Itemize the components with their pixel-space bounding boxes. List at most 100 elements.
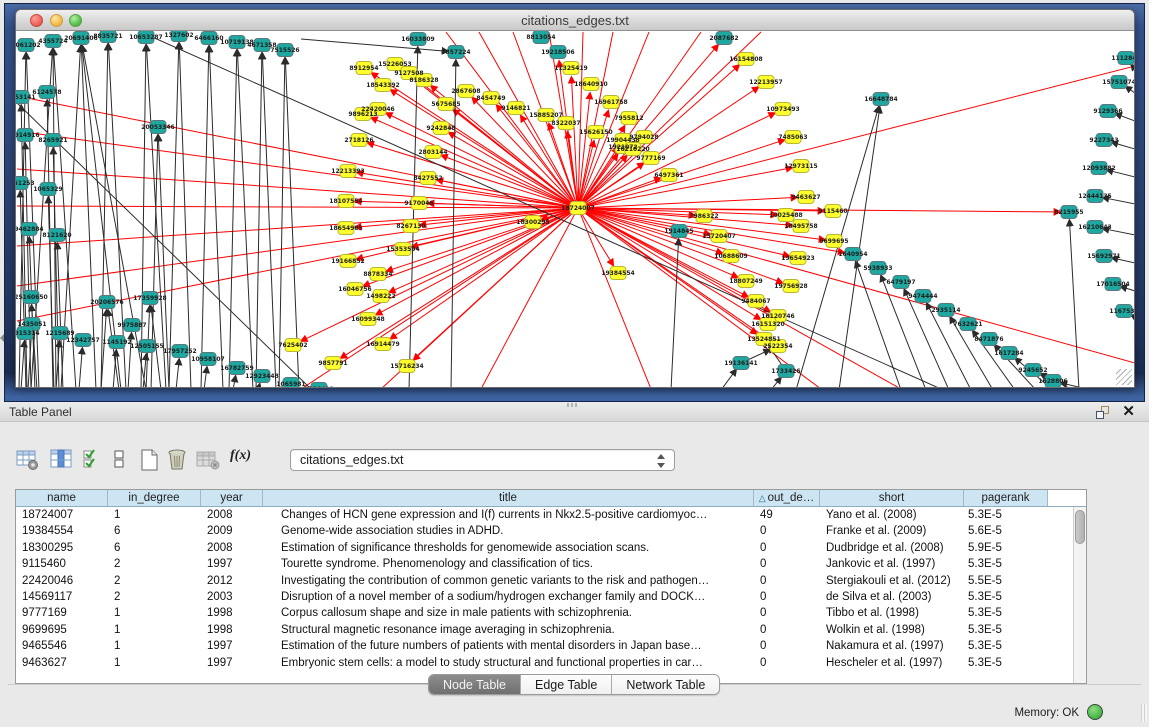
table-row[interactable]: 1830029562008Estimation of significance …: [16, 540, 1073, 556]
graph-node-label: 19218506: [541, 49, 574, 56]
column-header-title[interactable]: title: [263, 490, 754, 506]
graph-edge: [371, 118, 578, 208]
graph-node-label: 12505155: [130, 343, 163, 350]
table-cell: Changes of HCN gene expression and I(f) …: [263, 507, 754, 523]
table-cell: 5.5E-5: [964, 573, 1048, 589]
graph-node-label: 16154808: [729, 56, 762, 63]
graph-edge: [578, 197, 797, 208]
tab-node-table[interactable]: Node Table: [429, 675, 521, 694]
table-settings-icon[interactable]: [16, 448, 40, 472]
select-columns-icon[interactable]: [82, 448, 106, 472]
graph-node-label: 9136428: [304, 386, 333, 387]
graph-node-label: 20053346: [141, 124, 174, 131]
column-header-indegree[interactable]: in_degree: [108, 490, 201, 506]
table-cell: Nakamura et al. (1997): [820, 638, 964, 654]
graph-node-label: 16151320: [751, 321, 784, 328]
memory-status-indicator[interactable]: [1087, 704, 1103, 720]
graph-node-label: 7986322: [689, 213, 718, 220]
tab-network-table[interactable]: Network Table: [612, 675, 719, 694]
table-row[interactable]: 1456911722003Disruption of a novel membe…: [16, 589, 1073, 605]
splitter-handle[interactable]: [567, 403, 579, 407]
table-body: 1872400712008Changes of HCN gene express…: [16, 507, 1073, 683]
table-cell: 5.3E-5: [964, 507, 1048, 523]
graph-node-label: 20206576: [90, 299, 123, 306]
table-cell: 9777169: [16, 605, 108, 621]
table-row[interactable]: 977716911998Corpus callosum shape and si…: [16, 605, 1073, 621]
table-row[interactable]: 946554611997Estimation of the future num…: [16, 638, 1073, 654]
table-cell: 19384554: [16, 523, 108, 539]
function-builder-icon[interactable]: f(x): [230, 448, 251, 474]
graph-node-label: 16648784: [864, 96, 897, 103]
close-panel-icon[interactable]: ✕: [1122, 404, 1135, 420]
graph-node-label: 19136141: [724, 360, 757, 367]
float-panel-icon[interactable]: [1096, 406, 1109, 419]
graph-node-label: 19166852: [331, 258, 364, 265]
graph-node-label: 9794028: [629, 134, 658, 141]
graph-node-label: 12342757: [66, 337, 99, 344]
graph-edge: [237, 50, 253, 387]
graph-node-label: 7515526: [270, 47, 299, 54]
graph-edge: [1069, 220, 1079, 387]
table-row[interactable]: 911546021997Tourette syndrome. Phenomeno…: [16, 556, 1073, 572]
table-cell: 9465546: [16, 638, 108, 654]
table-cell: 1: [108, 655, 201, 671]
graph-node-label: 18640910: [574, 81, 607, 88]
graph-node-label: 10688609: [714, 253, 747, 260]
vertical-scrollbar[interactable]: [1073, 507, 1086, 683]
delete-rows-icon[interactable]: [166, 448, 190, 472]
table-cell: 9463627: [16, 655, 108, 671]
graph-node-label: 10653287: [129, 34, 162, 41]
graph-node-label: 9227343: [1089, 137, 1118, 144]
table-cell: 0: [754, 622, 820, 638]
network-canvas-svg: 2061202435572420691406883572110653287132…: [16, 31, 1134, 387]
tab-edge-table[interactable]: Edge Table: [521, 675, 612, 694]
graph-node-label: 5938933: [863, 265, 892, 272]
graph-edge: [146, 45, 166, 387]
column-header-pagerank[interactable]: pagerank: [964, 490, 1048, 506]
graph-edge: [204, 367, 207, 387]
table-cell: 2012: [201, 573, 263, 589]
table-cell: 2: [108, 573, 201, 589]
column-header-short[interactable]: short: [820, 490, 964, 506]
table-cell: Estimation of the future numbers of pati…: [263, 638, 754, 654]
column-settings-icon[interactable]: [50, 448, 74, 472]
new-table-icon[interactable]: [138, 448, 162, 472]
table-row[interactable]: 946362711997Embryonic stem cells: a mode…: [16, 655, 1073, 671]
table-cell: Estimation of significance thresholds fo…: [263, 540, 754, 556]
splitter-collapse-icon[interactable]: [0, 334, 4, 342]
graph-node-label: 8878334: [363, 271, 392, 278]
table-selector-dropdown[interactable]: citations_edges.txt: [290, 449, 675, 471]
table-cell: 0: [754, 573, 820, 589]
table-cell: 2: [108, 589, 201, 605]
table-cell: Disruption of a novel member of a sodium…: [263, 589, 754, 605]
table-row[interactable]: 1938455462009Genome-wide association stu…: [16, 523, 1073, 539]
table-cell: Tourette syndrome. Phenomenology and cla…: [263, 556, 754, 572]
column-header-name[interactable]: name: [16, 490, 108, 506]
network-canvas[interactable]: 2061202435572420691406883572110653287132…: [16, 31, 1134, 387]
graph-node-label: 1640954: [838, 251, 867, 258]
graph-edge: [48, 197, 54, 387]
graph-node-label: 17016504: [1096, 281, 1129, 288]
table-row[interactable]: 2242004622012Investigating the contribut…: [16, 573, 1073, 589]
table-cell: 0: [754, 556, 820, 572]
window-titlebar[interactable]: citations_edges.txt: [16, 10, 1134, 31]
window-resize-grip[interactable]: [1116, 369, 1132, 385]
column-header-outde[interactable]: △out_de…: [754, 490, 820, 506]
graph-node-label: 9462884: [16, 226, 44, 233]
graph-node-label: 16099348: [351, 316, 384, 323]
graph-node-label: 8471876: [974, 336, 1003, 343]
table-cell: Jankovic et al. (1997): [820, 556, 964, 572]
graph-edge: [179, 43, 191, 387]
graph-node-label: 12973115: [784, 163, 817, 170]
table-cell: 5.3E-5: [964, 605, 1048, 621]
table-row[interactable]: 1872400712008Changes of HCN gene express…: [16, 507, 1073, 523]
graph-node-label: 18724007: [561, 205, 594, 212]
row-height-icon[interactable]: [112, 448, 128, 472]
graph-node-label: 10025488: [769, 212, 802, 219]
graph-node-label: 16914479: [366, 341, 399, 348]
graph-node-label: 8813054: [526, 34, 555, 41]
graph-node-label: 1327602: [164, 32, 193, 39]
scrollbar-thumb[interactable]: [1075, 510, 1085, 544]
table-row[interactable]: 969969511998Structural magnetic resonanc…: [16, 622, 1073, 638]
column-header-year[interactable]: year: [201, 490, 263, 506]
